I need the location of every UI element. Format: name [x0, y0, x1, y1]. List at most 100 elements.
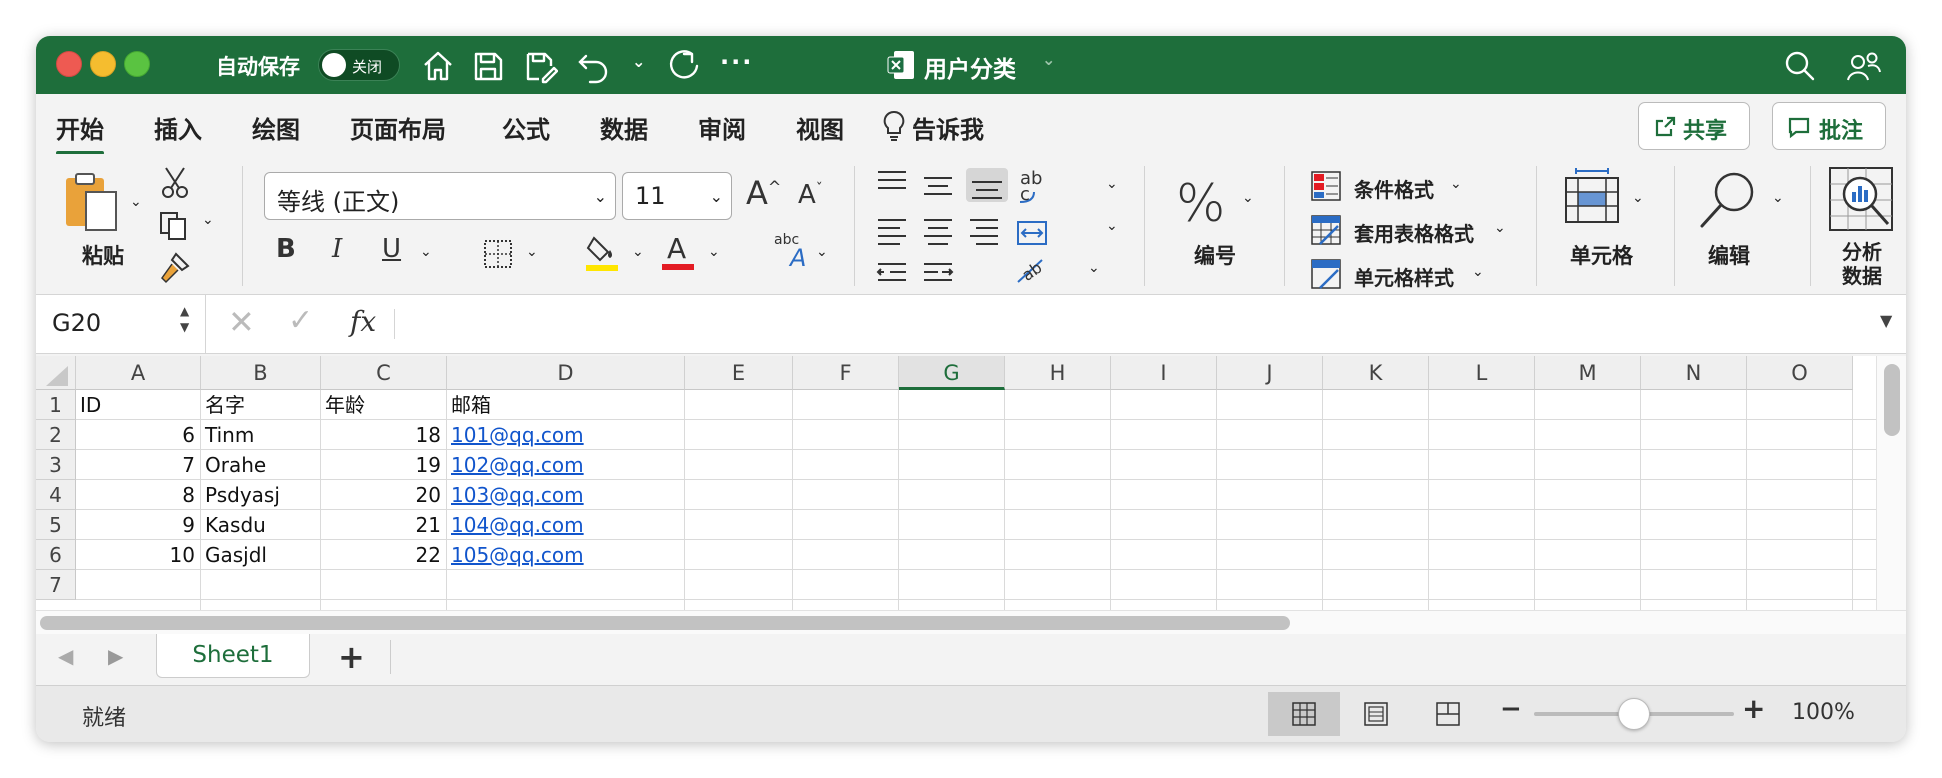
cell-b3[interactable]: Orahe [205, 450, 315, 480]
cell-d5[interactable]: 104@qq.com [451, 510, 679, 540]
comments-button[interactable]: 批注 [1772, 102, 1886, 150]
tell-me-search[interactable]: 告诉我 [912, 110, 984, 145]
page-layout-view-button[interactable] [1340, 692, 1412, 736]
increase-font-size-icon[interactable]: A^ [746, 174, 781, 212]
zoom-out-button[interactable]: − [1500, 694, 1522, 724]
select-all-corner[interactable] [36, 356, 76, 390]
column-header-l[interactable]: L [1429, 356, 1535, 390]
cell-a5[interactable]: 9 [80, 510, 195, 540]
document-title[interactable]: 用户分类 [924, 50, 1016, 84]
column-header-a[interactable]: A [76, 356, 201, 390]
italic-icon[interactable]: I [332, 234, 342, 264]
cell-c5[interactable]: 21 [325, 510, 441, 540]
cell-d4[interactable]: 103@qq.com [451, 480, 679, 510]
cell-b6[interactable]: Gasjdl [205, 540, 315, 570]
borders-icon[interactable] [482, 238, 514, 270]
cancel-entry-icon[interactable]: ✕ [228, 303, 255, 341]
tab-draw[interactable]: 绘图 [252, 110, 300, 145]
close-window-button[interactable] [56, 51, 82, 77]
save-icon[interactable] [470, 48, 506, 84]
underline-icon[interactable]: U [382, 234, 401, 264]
conditional-format-chevron-icon[interactable]: ⌄ [1450, 176, 1462, 192]
cell-b4[interactable]: Psdyasj [205, 480, 315, 510]
column-header-o[interactable]: O [1747, 356, 1853, 390]
phonetic-a-icon[interactable]: A [790, 244, 806, 272]
cut-icon[interactable] [160, 166, 190, 200]
cell-b5[interactable]: Kasdu [205, 510, 315, 540]
column-header-d[interactable]: D [447, 356, 685, 390]
prev-sheet-icon[interactable]: ◀ [58, 644, 73, 668]
column-header-e[interactable]: E [685, 356, 793, 390]
cell-c2[interactable]: 18 [325, 420, 441, 450]
merge-chevron-icon[interactable]: ⌄ [1106, 218, 1118, 234]
decrease-font-size-icon[interactable]: Aˇ [798, 180, 823, 210]
wrap-text-chevron-icon[interactable]: ⌄ [1106, 176, 1118, 192]
share-people-icon[interactable] [1846, 48, 1882, 84]
formula-input[interactable] [406, 309, 1856, 339]
tab-review[interactable]: 审阅 [698, 110, 746, 145]
search-icon[interactable] [1782, 48, 1818, 84]
font-color-icon[interactable]: A [660, 232, 696, 272]
add-sheet-button[interactable]: + [338, 638, 365, 676]
conditional-format-button[interactable]: 条件格式 [1354, 174, 1434, 203]
cell-d1[interactable]: 邮箱 [451, 390, 679, 420]
more-icon[interactable]: ··· [720, 48, 753, 76]
cell-c4[interactable]: 20 [325, 480, 441, 510]
page-break-view-button[interactable] [1412, 692, 1484, 736]
horizontal-scroll-thumb[interactable] [40, 616, 1290, 630]
vertical-scroll-thumb[interactable] [1884, 364, 1900, 436]
cells-icon[interactable] [1562, 168, 1622, 228]
cell-a6[interactable]: 10 [80, 540, 195, 570]
row-header-4[interactable]: 4 [36, 480, 76, 510]
column-header-b[interactable]: B [201, 356, 321, 390]
cell-styles-chevron-icon[interactable]: ⌄ [1472, 264, 1484, 280]
autosave-toggle[interactable]: 关闭 [318, 49, 400, 81]
cell-a1[interactable]: ID [80, 390, 195, 420]
format-as-table-button[interactable]: 套用表格格式 [1354, 218, 1474, 247]
cell-a3[interactable]: 7 [80, 450, 195, 480]
row-header-3[interactable]: 3 [36, 450, 76, 480]
title-chevron-icon[interactable]: ⌄ [1042, 50, 1055, 69]
orientation-chevron-icon[interactable]: ⌄ [1088, 260, 1100, 276]
fill-color-icon[interactable] [584, 234, 620, 272]
phonetic-chevron-icon[interactable]: ⌄ [816, 244, 828, 260]
tab-formulas[interactable]: 公式 [502, 110, 550, 145]
format-painter-icon[interactable] [158, 250, 192, 284]
format-as-table-chevron-icon[interactable]: ⌄ [1494, 220, 1506, 236]
cell-a4[interactable]: 8 [80, 480, 195, 510]
cells-chevron-icon[interactable]: ⌄ [1632, 190, 1644, 206]
save-as-icon[interactable] [522, 48, 558, 84]
column-header-n[interactable]: N [1641, 356, 1747, 390]
column-header-g[interactable]: G [899, 356, 1005, 390]
row-header-5[interactable]: 5 [36, 510, 76, 540]
name-box-stepper-icon[interactable]: ▲ ▼ [180, 303, 189, 335]
tab-view[interactable]: 视图 [796, 110, 844, 145]
tab-page-layout[interactable]: 页面布局 [350, 110, 446, 145]
column-header-h[interactable]: H [1005, 356, 1111, 390]
cell-styles-button[interactable]: 单元格样式 [1354, 262, 1454, 291]
cell-d2[interactable]: 101@qq.com [451, 420, 679, 450]
tab-home[interactable]: 开始 [56, 110, 104, 155]
zoom-window-button[interactable] [124, 51, 150, 77]
share-button[interactable]: 共享 [1638, 102, 1750, 150]
font-name-select[interactable]: 等线 (正文) ⌄ [264, 172, 616, 220]
number-chevron-icon[interactable]: ⌄ [1242, 190, 1254, 206]
cell-b1[interactable]: 名字 [205, 390, 315, 420]
zoom-slider-thumb[interactable] [1618, 698, 1650, 730]
cell-d6[interactable]: 105@qq.com [451, 540, 679, 570]
name-box[interactable]: G20 ▲ ▼ [36, 295, 206, 353]
next-sheet-icon[interactable]: ▶ [108, 644, 123, 668]
tab-insert[interactable]: 插入 [154, 110, 202, 145]
insert-function-icon[interactable]: fx [350, 305, 376, 338]
cell-c3[interactable]: 19 [325, 450, 441, 480]
undo-dropdown-chevron-icon[interactable]: ⌄ [632, 52, 645, 71]
fill-color-chevron-icon[interactable]: ⌄ [632, 244, 644, 260]
minimize-window-button[interactable] [90, 51, 116, 77]
column-header-f[interactable]: F [793, 356, 899, 390]
sheet-tab-sheet1[interactable]: Sheet1 [156, 634, 310, 678]
cell-c6[interactable]: 22 [325, 540, 441, 570]
bold-icon[interactable]: B [276, 234, 296, 264]
row-header-1[interactable]: 1 [36, 390, 76, 420]
analyze-data-icon[interactable] [1826, 164, 1896, 234]
alignment-icons[interactable]: ab c ab [872, 168, 1052, 288]
